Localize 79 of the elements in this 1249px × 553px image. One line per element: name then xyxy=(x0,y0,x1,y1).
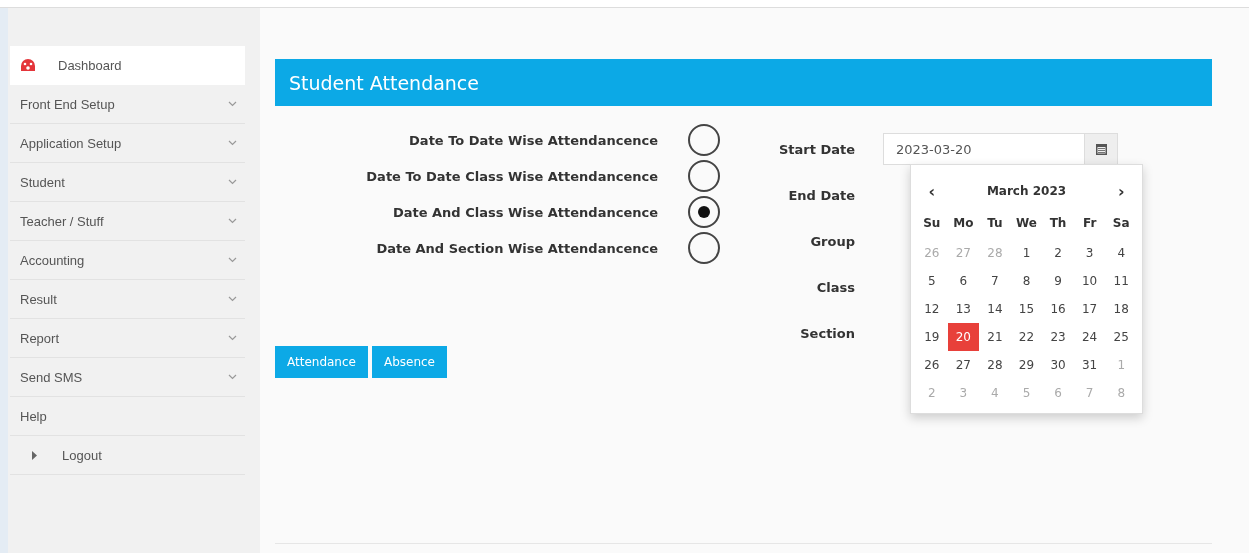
weekday-label: Sa xyxy=(1111,215,1131,232)
sidebar-item[interactable]: Accounting xyxy=(10,241,245,280)
radio-button[interactable] xyxy=(688,160,720,192)
calendar-day[interactable]: 7 xyxy=(979,267,1011,295)
calendar-day[interactable]: 20 xyxy=(947,323,980,351)
weekday-label: Mo xyxy=(952,215,975,232)
calendar-day[interactable]: 8 xyxy=(1010,267,1043,295)
weekday-label: We xyxy=(1015,215,1038,232)
chevron-down-icon xyxy=(228,140,237,146)
calendar-day[interactable]: 13 xyxy=(947,295,980,323)
weekday-label: Su xyxy=(922,215,942,232)
caret-right-icon xyxy=(32,450,37,460)
sidebar-item[interactable]: Dashboard xyxy=(10,46,245,85)
calendar-day[interactable]: 25 xyxy=(1105,323,1137,351)
radio-label: Date To Date Class Wise Attendancence xyxy=(366,168,658,184)
calendar-day[interactable]: 16 xyxy=(1042,295,1074,323)
sidebar-item[interactable]: Logout xyxy=(10,436,245,475)
sidebar-item[interactable]: Send SMS xyxy=(10,358,245,397)
radio-label: Date To Date Wise Attendancence xyxy=(409,132,658,148)
calendar-day[interactable]: 31 xyxy=(1073,351,1106,379)
calendar-day[interactable]: 30 xyxy=(1042,351,1074,379)
dashboard-icon xyxy=(20,58,36,72)
sidebar-item[interactable]: Application Setup xyxy=(10,124,245,163)
field-label: End Date xyxy=(787,187,855,203)
calendar-day[interactable]: 28 xyxy=(979,351,1011,379)
radio-label: Date And Section Wise Attendancence xyxy=(376,240,658,256)
calendar-day[interactable]: 18 xyxy=(1105,295,1137,323)
calendar-day[interactable]: 2 xyxy=(1042,239,1074,267)
month-title[interactable]: March 2023 xyxy=(947,175,1106,207)
sidebar-item[interactable]: Teacher / Stuff xyxy=(10,202,245,241)
calendar-day[interactable]: 29 xyxy=(1010,351,1043,379)
weekday-label: Fr xyxy=(1081,215,1098,232)
sidebar-item[interactable]: Help xyxy=(10,397,245,436)
previous-month-button[interactable]: ‹ xyxy=(916,175,948,207)
chevron-down-icon xyxy=(228,101,237,107)
calendar-day[interactable]: 6 xyxy=(947,267,980,295)
calendar-day[interactable]: 5 xyxy=(916,267,948,295)
weekday-label: Tu xyxy=(986,215,1004,232)
calendar-day[interactable]: 3 xyxy=(1073,239,1106,267)
calendar-day[interactable]: 9 xyxy=(1042,267,1074,295)
calendar-day[interactable]: 23 xyxy=(1042,323,1074,351)
radio-button[interactable] xyxy=(688,232,720,264)
chevron-down-icon xyxy=(228,257,237,263)
calendar-day[interactable]: 27 xyxy=(947,351,980,379)
calendar-day[interactable]: 24 xyxy=(1073,323,1106,351)
field-label: Class xyxy=(815,279,855,295)
sidebar-item[interactable]: Front End Setup xyxy=(10,85,245,124)
calendar-day[interactable]: 11 xyxy=(1105,267,1137,295)
chevron-down-icon xyxy=(228,374,237,380)
calendar-day[interactable]: 19 xyxy=(916,323,948,351)
field-label: Start Date xyxy=(777,141,855,157)
field-label: Section xyxy=(799,325,855,341)
calendar-day[interactable]: 22 xyxy=(1010,323,1043,351)
calendar-day[interactable]: 4 xyxy=(1105,239,1137,267)
calendar-day[interactable]: 14 xyxy=(979,295,1011,323)
chevron-down-icon xyxy=(228,179,237,185)
calendar-day[interactable]: 21 xyxy=(979,323,1011,351)
calendar-day[interactable]: 12 xyxy=(916,295,948,323)
radio-button[interactable] xyxy=(688,124,720,156)
next-month-button[interactable]: › xyxy=(1105,175,1137,207)
calendar-day[interactable]: 26 xyxy=(916,351,948,379)
field-label: Group xyxy=(809,233,855,249)
chevron-down-icon xyxy=(228,218,237,224)
sidebar-item[interactable]: Result xyxy=(10,280,245,319)
sidebar-item[interactable]: Student xyxy=(10,163,245,202)
calendar-button[interactable] xyxy=(1084,133,1118,165)
sidebar-item[interactable]: Report xyxy=(10,319,245,358)
calendar-day[interactable]: 17 xyxy=(1073,295,1106,323)
calendar-day[interactable]: 15 xyxy=(1010,295,1043,323)
panel-title: Student Attendance xyxy=(289,71,479,94)
radio-button[interactable] xyxy=(688,196,720,228)
weekday-label: Th xyxy=(1048,215,1068,232)
radio-label: Date And Class Wise Attendancence xyxy=(392,204,658,220)
calendar-day[interactable]: 10 xyxy=(1073,267,1106,295)
chevron-down-icon xyxy=(228,296,237,302)
calendar-icon xyxy=(1095,143,1107,155)
date-field[interactable]: 2023-03-20 xyxy=(883,133,1084,165)
calendar-day[interactable]: 1 xyxy=(1010,239,1043,267)
chevron-down-icon xyxy=(228,335,237,341)
